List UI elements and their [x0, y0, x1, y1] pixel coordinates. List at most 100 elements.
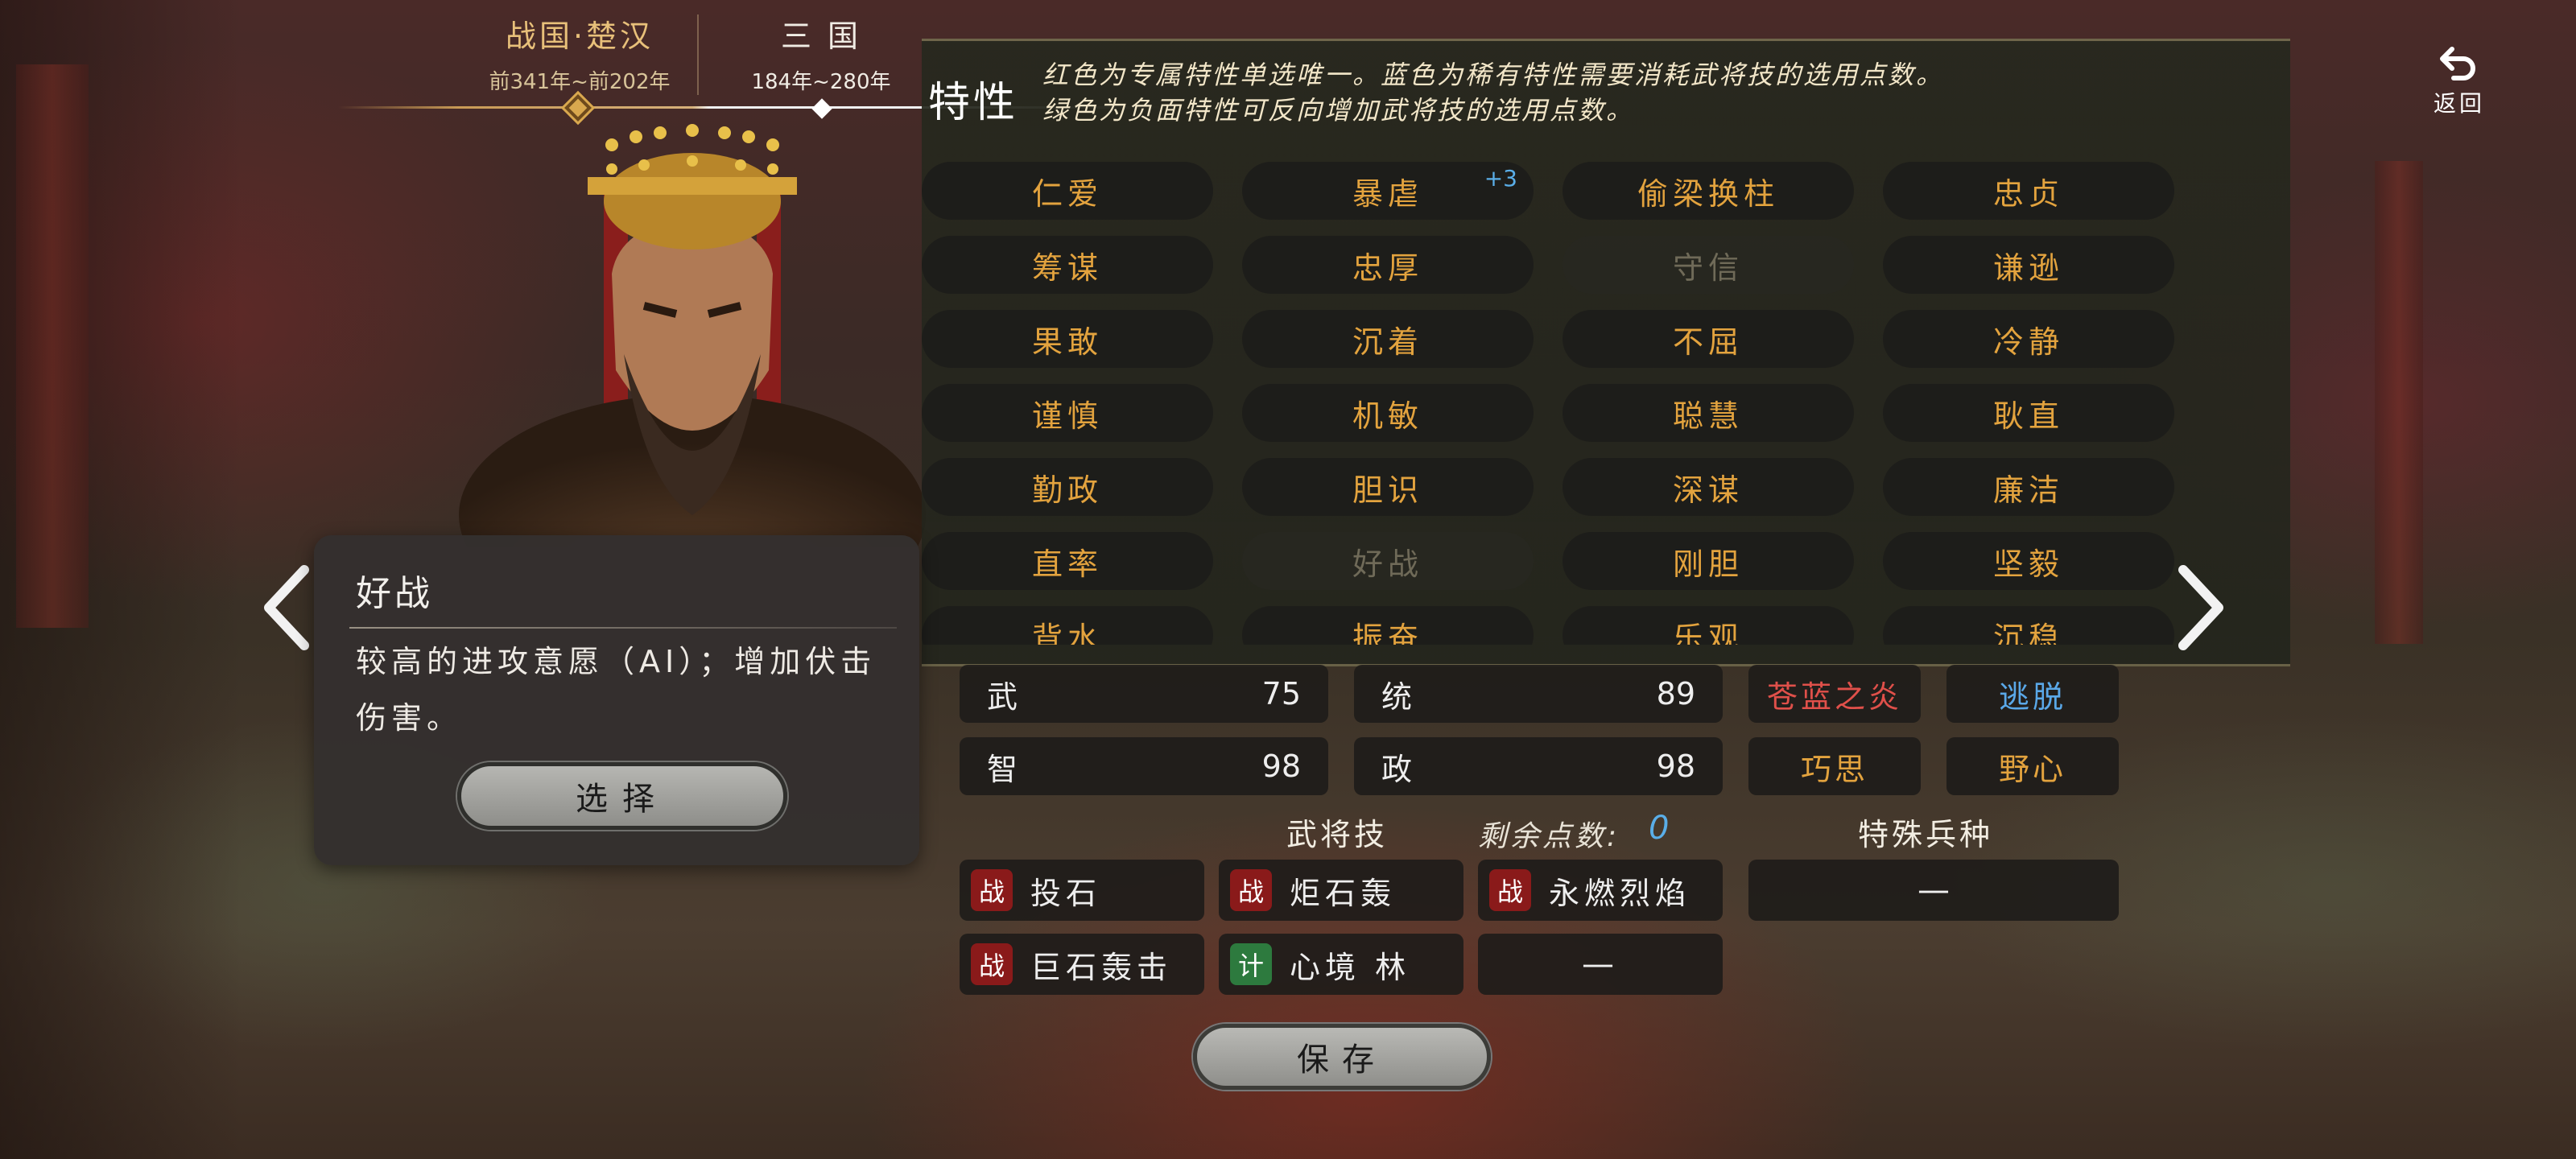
- tooltip-divider: [349, 627, 897, 629]
- traits-description: 红色为专属特性单选唯一。蓝色为稀有特性需要消耗武将技的选用点数。绿色为负面特性可…: [1042, 60, 1945, 126]
- trait-label: 机敏: [1352, 398, 1423, 434]
- skill-name: 永燃烈焰: [1549, 875, 1691, 911]
- traits-title: 特性: [928, 79, 1019, 127]
- trait-option[interactable]: 坚毅: [1883, 532, 2174, 590]
- trait-cost: +3: [1484, 165, 1517, 192]
- stat-intelligence: 智 98: [960, 737, 1328, 795]
- trait-label: 守信: [1672, 250, 1744, 286]
- stat-value: 98: [1656, 749, 1695, 784]
- trait-tag-rare[interactable]: 逃脱: [1946, 665, 2119, 723]
- trait-option[interactable]: 好战: [1242, 532, 1534, 590]
- trait-label: 背水: [1031, 620, 1103, 645]
- era-tab-name: 三 国: [780, 19, 862, 54]
- era-tab-years: 184年~280年: [751, 70, 891, 94]
- stat-value: 98: [1261, 749, 1301, 784]
- trait-label: 刚胆: [1672, 546, 1744, 582]
- trait-label: 好战: [1352, 546, 1423, 582]
- skill-name: 心境 林: [1290, 949, 1411, 985]
- trait-option[interactable]: 乐观: [1563, 606, 1854, 645]
- stat-label: 统: [1381, 678, 1413, 715]
- trait-label: 偷梁换柱: [1637, 175, 1779, 212]
- trait-option[interactable]: 谨慎: [922, 384, 1213, 442]
- trait-tag[interactable]: 巧思: [1748, 737, 1921, 795]
- stat-value: 75: [1261, 676, 1301, 711]
- trait-option[interactable]: 背水: [922, 606, 1213, 645]
- trait-label: 忠贞: [1992, 175, 2064, 212]
- era-tab-three-kingdoms[interactable]: 三 国 184年~280年: [708, 11, 934, 95]
- trait-option[interactable]: 耿直: [1883, 384, 2174, 442]
- era-tabs: 战国·楚汉 前341年~前202年 三 国 184年~280年: [338, 11, 1224, 122]
- traits-panel: 特性 红色为专属特性单选唯一。蓝色为稀有特性需要消耗武将技的选用点数。绿色为负面…: [922, 39, 2290, 666]
- trait-label: 忠厚: [1352, 250, 1423, 286]
- trait-option[interactable]: 沉着: [1242, 310, 1534, 368]
- trait-option[interactable]: 廉洁: [1883, 458, 2174, 516]
- trait-option[interactable]: 偷梁换柱: [1563, 162, 1854, 220]
- trait-label: 谦逊: [1992, 250, 2064, 286]
- skill-slot-empty[interactable]: —: [1478, 934, 1723, 995]
- trait-label: 深谋: [1672, 472, 1744, 508]
- trait-option[interactable]: 刚胆: [1563, 532, 1854, 590]
- trait-label: 果敢: [1031, 324, 1103, 360]
- trait-option[interactable]: 勤政: [922, 458, 1213, 516]
- trait-tag-exclusive[interactable]: 苍蓝之炎: [1748, 665, 1921, 723]
- skill-slot[interactable]: 战 投石: [960, 860, 1204, 921]
- trait-tag[interactable]: 野心: [1946, 737, 2119, 795]
- save-button[interactable]: 保存: [1193, 1024, 1491, 1090]
- trait-option[interactable]: 冷静: [1883, 310, 2174, 368]
- trait-label: 振奋: [1352, 620, 1423, 645]
- trait-option[interactable]: 直率: [922, 532, 1213, 590]
- trait-label: 谨慎: [1031, 398, 1103, 434]
- era-tab-warring-states[interactable]: 战国·楚汉 前341年~前202年: [467, 11, 692, 95]
- select-button[interactable]: 选择: [457, 762, 787, 830]
- remaining-points-label: 剩余点数:: [1478, 820, 1620, 853]
- trait-option[interactable]: 忠贞: [1883, 162, 2174, 220]
- background-pillar-right: [2375, 161, 2423, 644]
- skill-slot[interactable]: 战 永燃烈焰: [1478, 860, 1723, 921]
- trait-label: 不屈: [1672, 324, 1744, 360]
- remaining-points-value: 0: [1649, 810, 1670, 847]
- tooltip-body: 较高的进攻意愿（AI）；增加伏击伤害。: [356, 644, 877, 736]
- trait-option[interactable]: 守信: [1563, 236, 1854, 294]
- trait-label: 冷静: [1992, 324, 2064, 360]
- trait-option[interactable]: 忠厚: [1242, 236, 1534, 294]
- trait-option[interactable]: 筹谋: [922, 236, 1213, 294]
- trait-option[interactable]: 谦逊: [1883, 236, 2174, 294]
- trait-option[interactable]: 沉稳: [1883, 606, 2174, 645]
- skill-slot[interactable]: 计 心境 林: [1219, 934, 1463, 995]
- back-button[interactable]: 返回: [2423, 44, 2496, 118]
- skill-type-badge: 计: [1230, 943, 1272, 985]
- skill-type-badge: 战: [1230, 869, 1272, 911]
- trait-label: 胆识: [1352, 472, 1423, 508]
- trait-option[interactable]: 深谋: [1563, 458, 1854, 516]
- trait-option[interactable]: 不屈: [1563, 310, 1854, 368]
- trait-option[interactable]: 仁爱: [922, 162, 1213, 220]
- trait-label: 耿直: [1992, 398, 2064, 434]
- stat-label: 智: [987, 751, 1018, 787]
- next-general-arrow-icon[interactable]: [2174, 563, 2230, 652]
- special-unit-slot[interactable]: —: [1748, 860, 2119, 921]
- trait-option[interactable]: 果敢: [922, 310, 1213, 368]
- stat-force: 武 75: [960, 665, 1328, 723]
- trait-label: 勤政: [1031, 472, 1103, 508]
- skill-type-badge: 战: [971, 869, 1013, 911]
- skill-slot[interactable]: 战 巨石轰击: [960, 934, 1204, 995]
- trait-option[interactable]: 振奋: [1242, 606, 1534, 645]
- trait-label: 直率: [1031, 546, 1103, 582]
- trait-option[interactable]: 胆识: [1242, 458, 1534, 516]
- tooltip-title: 好战: [356, 573, 433, 614]
- trait-option[interactable]: 暴虐 +3: [1242, 162, 1534, 220]
- previous-general-arrow-icon[interactable]: [258, 563, 314, 652]
- special-unit-header: 特殊兵种: [1858, 817, 1994, 852]
- skill-slot[interactable]: 战 炬石轰: [1219, 860, 1463, 921]
- era-tab-divider: [697, 14, 699, 95]
- trait-option[interactable]: 机敏: [1242, 384, 1534, 442]
- era-tab-years: 前341年~前202年: [489, 70, 671, 94]
- stat-label: 政: [1381, 751, 1413, 787]
- skill-type-badge: 战: [1489, 869, 1531, 911]
- trait-label: 坚毅: [1992, 546, 2064, 582]
- skill-name: 巨石轰击: [1030, 949, 1173, 985]
- back-label: 返回: [2433, 90, 2485, 117]
- general-portrait: [459, 124, 926, 547]
- trait-label: 乐观: [1672, 620, 1744, 645]
- trait-option[interactable]: 聪慧: [1563, 384, 1854, 442]
